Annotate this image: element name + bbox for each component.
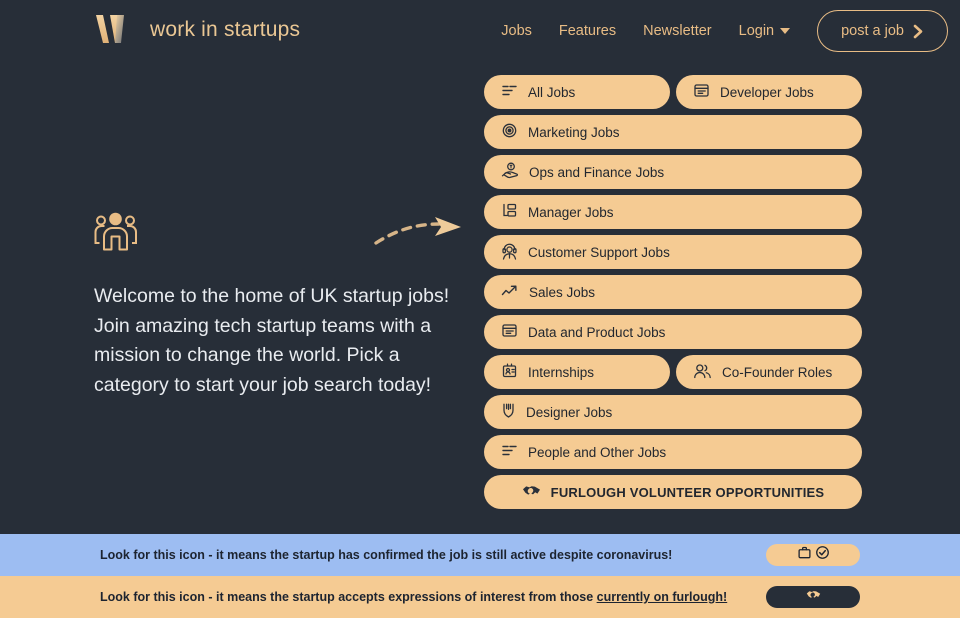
banner-text: Look for this icon - it means the startu… bbox=[100, 548, 673, 562]
category-row: Marketing Jobs bbox=[484, 115, 862, 149]
banner-inner: Look for this icon - it means the startu… bbox=[0, 544, 960, 566]
nav-item-newsletter[interactable]: Newsletter bbox=[643, 23, 712, 39]
check-circle-icon bbox=[815, 546, 829, 564]
category-row: All Jobs Developer Jobs bbox=[484, 75, 862, 109]
category-row: Ops and Finance Jobs bbox=[484, 155, 862, 189]
main-nav: Jobs Features Newsletter Login post a jo… bbox=[501, 10, 948, 52]
banner-text: Look for this icon - it means the startu… bbox=[100, 590, 727, 604]
category-label: Customer Support Jobs bbox=[528, 244, 670, 260]
coronavirus-active-job-banner: Look for this icon - it means the startu… bbox=[0, 534, 960, 576]
banner-inner: Look for this icon - it means the startu… bbox=[0, 586, 960, 608]
category-label: Developer Jobs bbox=[720, 84, 814, 100]
category-manager-jobs[interactable]: Manager Jobs bbox=[484, 195, 862, 229]
category-row: Designer Jobs bbox=[484, 395, 862, 429]
category-furlough-volunteer-opportunities[interactable]: FURLOUGH VOLUNTEER OPPORTUNITIES bbox=[484, 475, 862, 509]
chevron-right-icon bbox=[913, 24, 924, 39]
w-logo-icon bbox=[92, 13, 137, 47]
handshake-icon bbox=[806, 588, 821, 606]
headset-agent-icon bbox=[501, 242, 518, 263]
pen-nib-icon bbox=[501, 402, 516, 422]
id-badge-icon bbox=[501, 362, 518, 382]
category-data-and-product-jobs[interactable]: Data and Product Jobs bbox=[484, 315, 862, 349]
category-all-jobs[interactable]: All Jobs bbox=[484, 75, 670, 109]
job-category-list: All Jobs Developer Jobs Marketing Jobs O… bbox=[484, 75, 862, 509]
category-label: Marketing Jobs bbox=[528, 124, 620, 140]
furlough-banner: Look for this icon - it means the startu… bbox=[0, 576, 960, 618]
category-row: Data and Product Jobs bbox=[484, 315, 862, 349]
post-a-job-label: post a job bbox=[841, 23, 904, 39]
category-label: All Jobs bbox=[528, 84, 576, 100]
category-row: FURLOUGH VOLUNTEER OPPORTUNITIES bbox=[484, 475, 862, 509]
nav-item-jobs[interactable]: Jobs bbox=[501, 23, 532, 39]
category-row: Manager Jobs bbox=[484, 195, 862, 229]
category-label: FURLOUGH VOLUNTEER OPPORTUNITIES bbox=[550, 484, 825, 500]
org-chart-icon bbox=[501, 202, 518, 222]
post-a-job-button[interactable]: post a job bbox=[817, 10, 948, 52]
category-people-and-other-jobs[interactable]: People and Other Jobs bbox=[484, 435, 862, 469]
category-row: Customer Support Jobs bbox=[484, 235, 862, 269]
page-root: work in startups Jobs Features Newslette… bbox=[0, 0, 960, 618]
category-label: Internships bbox=[528, 364, 595, 380]
list-lines-icon bbox=[501, 442, 518, 462]
category-label: Co-Founder Roles bbox=[722, 364, 833, 380]
nav-item-features[interactable]: Features bbox=[559, 23, 616, 39]
site-header: work in startups Jobs Features Newslette… bbox=[0, 0, 960, 62]
chevron-down-icon bbox=[780, 28, 791, 34]
currently-on-furlough-link[interactable]: currently on furlough! bbox=[597, 590, 728, 604]
brand-name: work in startups bbox=[150, 18, 301, 41]
category-co-founder-roles[interactable]: Co-Founder Roles bbox=[676, 355, 862, 389]
curved-dashed-arrow-icon bbox=[373, 216, 465, 253]
target-icon bbox=[501, 122, 518, 142]
status-badge bbox=[766, 544, 860, 566]
category-label: Manager Jobs bbox=[528, 204, 614, 220]
category-label: People and Other Jobs bbox=[528, 444, 667, 460]
list-lines-icon bbox=[501, 82, 518, 102]
category-row: Internships Co-Founder Roles bbox=[484, 355, 862, 389]
briefcase-icon bbox=[797, 546, 811, 564]
category-row: People and Other Jobs bbox=[484, 435, 862, 469]
browser-window-icon bbox=[693, 82, 710, 102]
two-people-icon bbox=[693, 363, 712, 382]
brand[interactable]: work in startups bbox=[92, 13, 300, 47]
category-label: Ops and Finance Jobs bbox=[529, 164, 665, 180]
category-internships[interactable]: Internships bbox=[484, 355, 670, 389]
category-label: Sales Jobs bbox=[529, 284, 596, 300]
nav-item-login[interactable]: Login bbox=[738, 23, 791, 39]
trending-up-arrow-icon bbox=[501, 283, 519, 301]
category-designer-jobs[interactable]: Designer Jobs bbox=[484, 395, 862, 429]
browser-window-icon bbox=[501, 322, 518, 342]
nav-item-login-label: Login bbox=[738, 23, 775, 39]
welcome-text: Welcome to the home of UK startup jobs! … bbox=[94, 285, 450, 396]
category-developer-jobs[interactable]: Developer Jobs bbox=[676, 75, 862, 109]
banner-text-prefix: Look for this icon - it means the startu… bbox=[100, 590, 597, 604]
category-ops-and-finance-jobs[interactable]: Ops and Finance Jobs bbox=[484, 155, 862, 189]
category-sales-jobs[interactable]: Sales Jobs bbox=[484, 275, 862, 309]
category-label: Data and Product Jobs bbox=[528, 324, 666, 340]
category-marketing-jobs[interactable]: Marketing Jobs bbox=[484, 115, 862, 149]
hand-coin-icon bbox=[501, 162, 519, 182]
handshake-icon bbox=[522, 483, 541, 501]
category-row: Sales Jobs bbox=[484, 275, 862, 309]
status-badge bbox=[766, 586, 860, 608]
category-label: Designer Jobs bbox=[526, 404, 613, 420]
category-customer-support-jobs[interactable]: Customer Support Jobs bbox=[484, 235, 862, 269]
